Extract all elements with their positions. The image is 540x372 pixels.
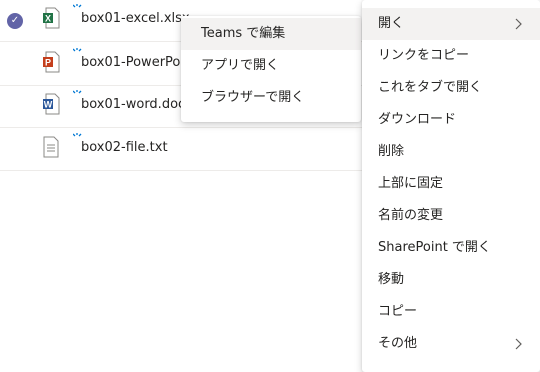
chevron-right-icon bbox=[515, 338, 522, 350]
menu-item-label: ブラウザーで開く bbox=[201, 90, 305, 105]
menu-item-open-in-sharepoint[interactable]: SharePoint で開く bbox=[362, 232, 540, 264]
menu-item-label: ダウンロード bbox=[378, 112, 457, 127]
menu-item-open-in-browser[interactable]: ブラウザーで開く bbox=[181, 82, 361, 114]
menu-item-download[interactable]: ダウンロード bbox=[362, 104, 540, 136]
context-menu: 開く リンクをコピー これをタブで開く ダウンロード 削除 上部に固定 名前の変… bbox=[362, 0, 540, 372]
svg-text:P: P bbox=[45, 58, 51, 68]
menu-item-label: SharePoint で開く bbox=[378, 240, 491, 255]
menu-item-edit-in-teams[interactable]: Teams で編集 bbox=[181, 18, 361, 50]
menu-item-open-in-app[interactable]: アプリで開く bbox=[181, 50, 361, 82]
file-name[interactable]: box01-word.doc bbox=[81, 97, 185, 112]
svg-text:W: W bbox=[44, 100, 53, 110]
check-circle-icon[interactable]: ✓ bbox=[7, 13, 23, 29]
powerpoint-file-icon: P bbox=[43, 51, 60, 73]
menu-item-copy[interactable]: コピー bbox=[362, 296, 540, 328]
file-name[interactable]: box01-excel.xlsx bbox=[81, 11, 190, 26]
svg-text:X: X bbox=[45, 14, 51, 24]
menu-item-rename[interactable]: 名前の変更 bbox=[362, 200, 540, 232]
file-name[interactable]: box02-file.txt bbox=[81, 140, 168, 155]
menu-item-delete[interactable]: 削除 bbox=[362, 136, 540, 168]
menu-item-label: これをタブで開く bbox=[378, 80, 483, 95]
menu-item-open-in-tab[interactable]: これをタブで開く bbox=[362, 72, 540, 104]
open-submenu: Teams で編集 アプリで開く ブラウザーで開く bbox=[181, 16, 361, 122]
menu-item-label: アプリで開く bbox=[201, 58, 280, 73]
chevron-right-icon bbox=[515, 18, 522, 30]
menu-item-move[interactable]: 移動 bbox=[362, 264, 540, 296]
menu-item-label: コピー bbox=[378, 304, 418, 319]
menu-item-label: Teams で編集 bbox=[201, 26, 286, 41]
menu-item-label: 削除 bbox=[378, 144, 405, 159]
menu-item-open[interactable]: 開く bbox=[362, 8, 540, 40]
menu-item-label: 移動 bbox=[378, 272, 405, 287]
menu-item-label: 開く bbox=[378, 16, 405, 31]
menu-item-more[interactable]: その他 bbox=[362, 328, 540, 360]
file-name[interactable]: box01-PowerPoi bbox=[81, 55, 184, 70]
menu-item-label: リンクをコピー bbox=[378, 48, 470, 63]
menu-item-label: 名前の変更 bbox=[378, 208, 444, 223]
word-file-icon: W bbox=[43, 93, 60, 115]
menu-item-pin-to-top[interactable]: 上部に固定 bbox=[362, 168, 540, 200]
menu-item-label: 上部に固定 bbox=[378, 176, 444, 191]
menu-item-label: その他 bbox=[378, 336, 418, 351]
excel-file-icon: X bbox=[43, 7, 60, 29]
text-file-icon bbox=[43, 136, 59, 158]
menu-item-copy-link[interactable]: リンクをコピー bbox=[362, 40, 540, 72]
